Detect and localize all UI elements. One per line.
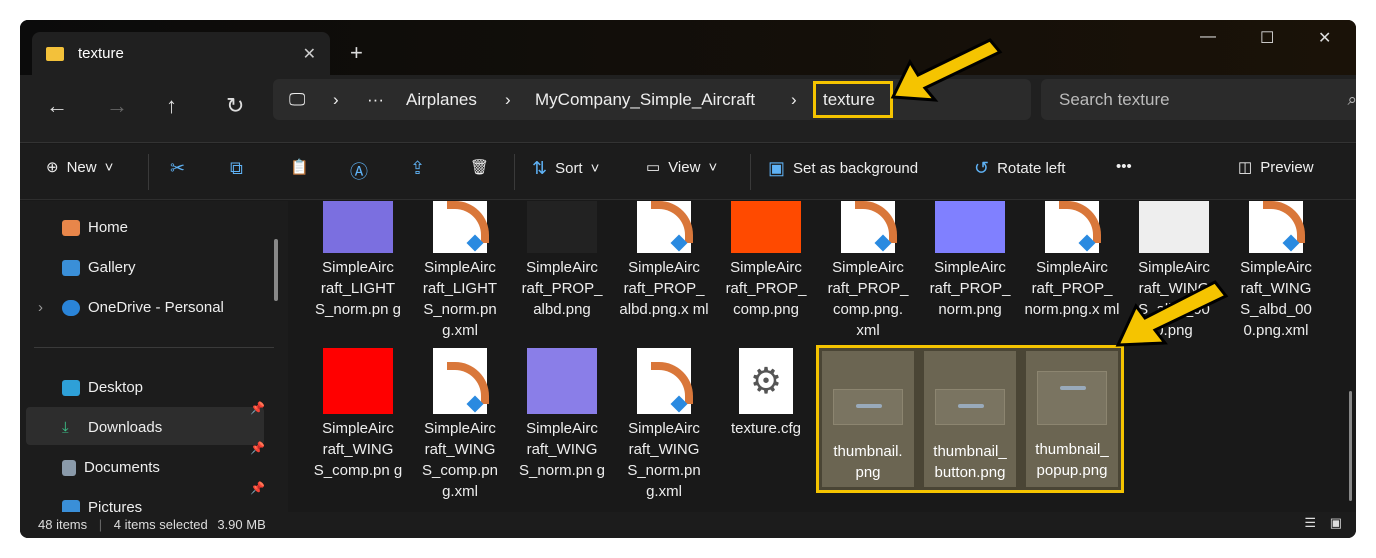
annotation-arrows bbox=[890, 38, 1229, 347]
arrow-to-texture bbox=[890, 38, 1003, 102]
arrow-to-thumbnails bbox=[1115, 280, 1229, 347]
